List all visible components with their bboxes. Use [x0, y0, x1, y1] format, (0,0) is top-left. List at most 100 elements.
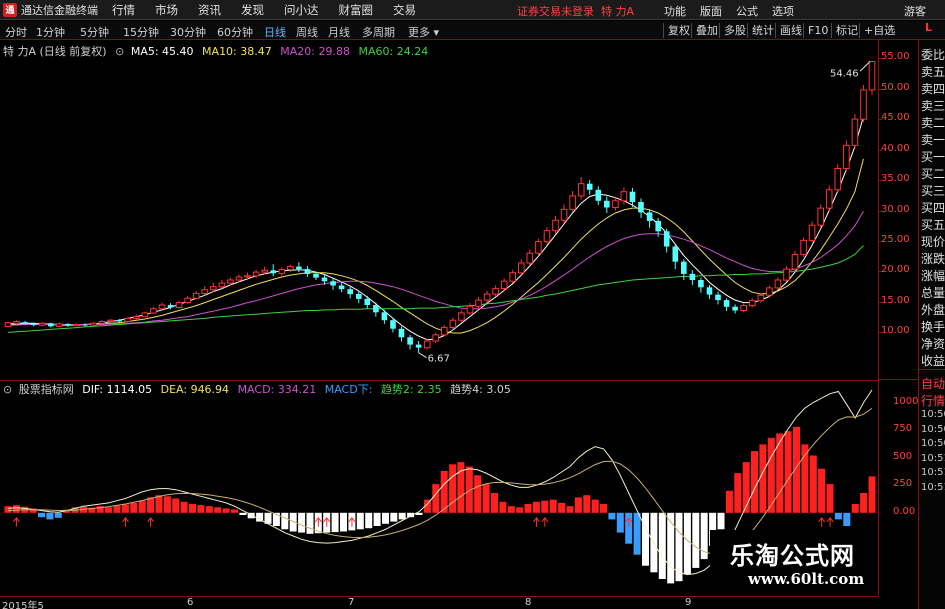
candle — [552, 216, 559, 234]
menu-item-news[interactable]: 资讯 — [198, 2, 221, 18]
candle — [133, 314, 140, 320]
settings-icon[interactable]: ⊙ — [3, 383, 12, 396]
macd-bar — [155, 495, 163, 513]
adjust-button[interactable]: 复权 — [663, 23, 694, 38]
add-watchlist-button[interactable]: +自选 — [859, 23, 899, 38]
price-axis: 55.00 50.00 45.00 40.00 35.00 30.00 25.00 20.00… — [878, 40, 919, 596]
login-status[interactable]: 证券交易未登录 特 力A — [517, 3, 634, 19]
candle — [458, 310, 465, 323]
macd-bar — [138, 500, 146, 513]
mark-button[interactable]: 标记 — [831, 23, 862, 38]
candle — [90, 322, 97, 326]
price-chart[interactable]: 54.46 6.67 — [0, 40, 878, 379]
candle — [577, 177, 585, 200]
macd-bar — [163, 496, 171, 513]
price-axis-label: 10.00 — [881, 325, 910, 337]
candle — [407, 334, 413, 350]
period-tab-week[interactable]: 周线 — [296, 24, 318, 40]
candle — [825, 185, 833, 212]
period-tab-60min[interactable]: 60分钟 — [217, 24, 253, 40]
ma20-label: MA20: 29.88 — [280, 45, 350, 58]
macd-bar — [54, 512, 62, 518]
macd-bar — [390, 512, 398, 522]
period-tab-intraday[interactable]: 分时 — [5, 24, 27, 40]
quote-panel-label: 10:51 — [921, 467, 945, 478]
price-axis-tick — [879, 119, 882, 121]
candle — [73, 323, 80, 327]
period-tab-multi[interactable]: 多周期 — [362, 24, 395, 40]
macd-bar — [365, 512, 373, 529]
macd-bar — [507, 506, 515, 513]
f10-button[interactable]: F10 — [803, 23, 832, 38]
quote-panel-label: 买四 — [921, 201, 945, 215]
quote-panel-label: 买五 — [921, 218, 945, 232]
price-axis-tick — [879, 332, 882, 334]
period-tab-1min[interactable]: 1分钟 — [36, 24, 65, 40]
candle — [141, 311, 149, 318]
candle — [834, 164, 842, 193]
macd-axis-label: 0.00 — [893, 505, 916, 517]
macd-bar — [306, 512, 314, 534]
candle — [732, 304, 738, 314]
menu-item-discover[interactable]: 发现 — [241, 2, 264, 18]
draw-line-button[interactable]: 画线 — [775, 23, 806, 38]
candle — [415, 340, 422, 353]
top-right-menu: 功能 版面 公式 选项 — [664, 3, 808, 19]
dea-label: DEA: 946.94 — [160, 383, 230, 396]
period-tab-day[interactable]: 日线 — [264, 24, 286, 40]
statistics-button[interactable]: 统计 — [747, 23, 778, 38]
date-label: 8 — [525, 597, 532, 608]
candle — [330, 278, 336, 290]
menu-item-market[interactable]: 市场 — [155, 2, 178, 18]
overlay-button[interactable]: 叠加 — [691, 23, 722, 38]
macd-bar — [398, 512, 406, 520]
macd-bar — [683, 512, 691, 575]
candle — [4, 321, 12, 327]
period-tab-15min[interactable]: 15分钟 — [123, 24, 159, 40]
multi-stock-button[interactable]: 多股 — [719, 23, 750, 38]
candle — [868, 61, 876, 95]
candle — [800, 237, 807, 257]
menu-item-layout[interactable]: 版面 — [700, 3, 722, 19]
guest-label[interactable]: 游客 — [904, 3, 926, 19]
quote-panel-label[interactable]: 自动 — [921, 375, 945, 392]
quote-panel-label[interactable]: 行情 — [921, 392, 945, 409]
quote-panel-label: 卖一 — [921, 133, 945, 147]
menu-item-wealth-circle[interactable]: 财富圈 — [339, 2, 374, 18]
candle — [65, 323, 71, 327]
menu-item-trade[interactable]: 交易 — [393, 2, 416, 18]
period-tab-5min[interactable]: 5分钟 — [80, 24, 109, 40]
menu-item-ask[interactable]: 问小达 — [284, 2, 319, 18]
candle — [860, 85, 867, 123]
period-tab-month[interactable]: 月线 — [328, 24, 350, 40]
macd-bar — [558, 502, 566, 513]
macd-bar — [532, 501, 540, 513]
buy-signal-arrow — [818, 516, 826, 527]
macd-bar — [834, 512, 842, 520]
candle — [432, 332, 439, 343]
settings-icon[interactable]: ⊙ — [115, 45, 124, 58]
candle — [535, 238, 542, 256]
macd-bar — [482, 484, 490, 513]
period-tab-more[interactable]: 更多 ▾ — [408, 24, 439, 40]
price-axis-label: 15.00 — [881, 294, 910, 306]
period-tab-30min[interactable]: 30分钟 — [170, 24, 206, 40]
macd-bar — [382, 512, 389, 524]
macd-bar — [189, 504, 196, 513]
quote-panel-label: 总量 — [921, 286, 945, 300]
menu-item-quotes[interactable]: 行情 — [112, 2, 135, 18]
macd-bar — [616, 512, 624, 533]
menu-item-options[interactable]: 选项 — [772, 3, 794, 19]
quote-panel-label: 买二 — [921, 167, 945, 181]
macd-bar — [851, 504, 859, 513]
macd-bar — [608, 512, 616, 520]
price-axis-label: 25.00 — [881, 234, 910, 246]
candle — [124, 317, 132, 323]
menu-item-function[interactable]: 功能 — [664, 3, 686, 19]
macd-bar — [214, 507, 222, 513]
candle — [698, 277, 704, 293]
menu-item-formula[interactable]: 公式 — [736, 3, 758, 19]
macd-bar — [499, 501, 507, 513]
candle — [492, 285, 499, 297]
quote-panel-label: 卖四 — [921, 82, 945, 96]
